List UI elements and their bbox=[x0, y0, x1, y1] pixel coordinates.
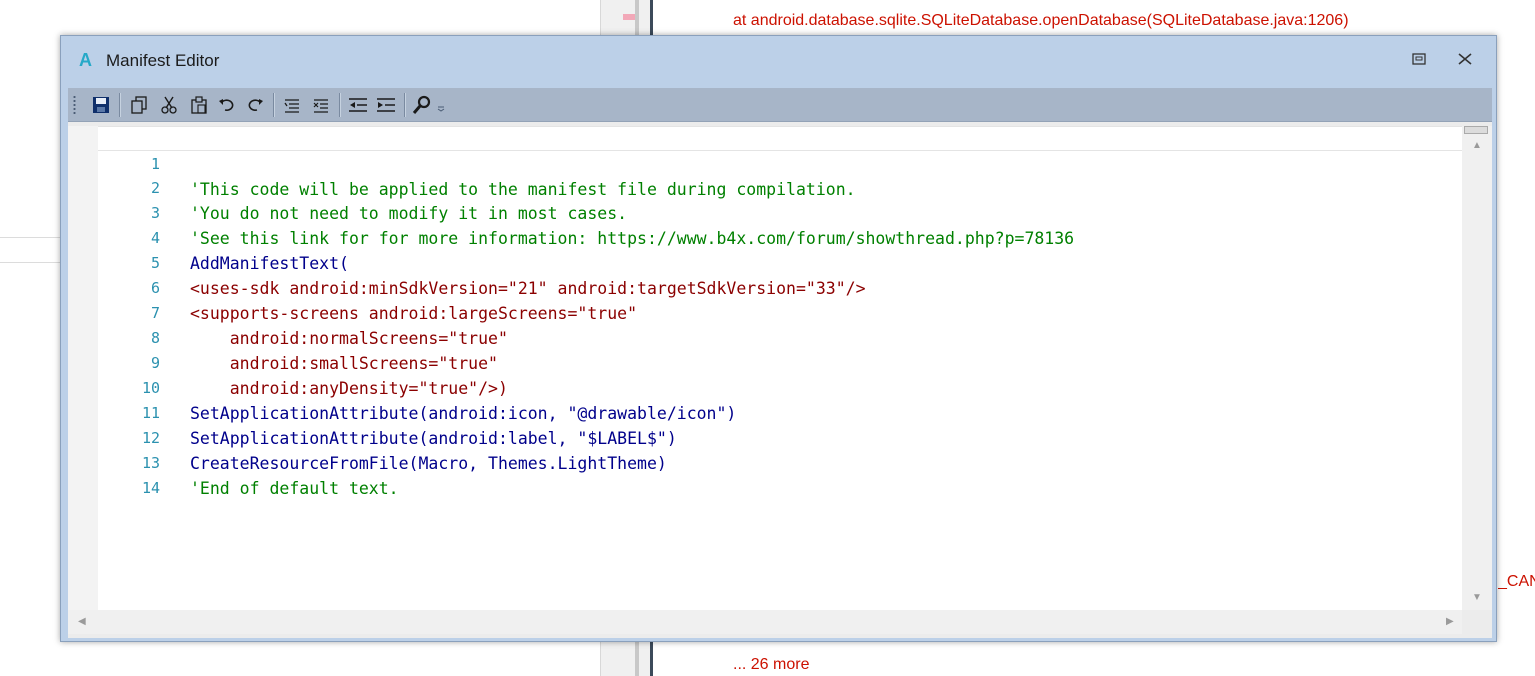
comment-icon bbox=[284, 99, 299, 113]
log-line: ... 26 more bbox=[733, 656, 810, 673]
close-button[interactable] bbox=[1452, 48, 1478, 70]
close-icon bbox=[1458, 53, 1472, 65]
scroll-right-icon[interactable]: ▶ bbox=[1446, 616, 1454, 627]
paste-button[interactable] bbox=[187, 93, 211, 117]
toolbar-overflow-button[interactable] bbox=[434, 93, 448, 117]
code-line[interactable]: 11 SetApplicationAttribute(android:label… bbox=[98, 376, 1462, 448]
toolbar-separator bbox=[339, 93, 340, 117]
find-button[interactable] bbox=[410, 93, 434, 117]
outdent-icon bbox=[349, 98, 367, 112]
chevron-down-icon bbox=[437, 106, 445, 112]
find-icon bbox=[412, 95, 431, 114]
window-title: Manifest Editor bbox=[106, 51, 220, 70]
copy-icon bbox=[131, 96, 147, 114]
horizontal-scrollbar[interactable]: ◀ ▶ bbox=[68, 610, 1462, 634]
code-line[interactable]: 3 'See this link for for more informatio… bbox=[98, 176, 1462, 248]
vertical-scrollbar[interactable]: ▲ ▼ bbox=[1462, 126, 1492, 610]
code-line[interactable]: 8 android:smallScreens="true" bbox=[98, 301, 1462, 373]
undo-icon bbox=[219, 99, 234, 111]
outdent-button[interactable] bbox=[346, 93, 370, 117]
paste-icon bbox=[191, 96, 207, 114]
scroll-down-icon[interactable]: ▼ bbox=[1472, 592, 1482, 603]
cut-icon bbox=[161, 96, 177, 114]
save-icon bbox=[93, 97, 109, 113]
code-line[interactable]: 10 SetApplicationAttribute(android:icon,… bbox=[98, 351, 1462, 423]
scrollbar-thumb[interactable] bbox=[1464, 126, 1488, 134]
toolbar-separator bbox=[273, 93, 274, 117]
redo-icon bbox=[248, 99, 263, 111]
toolbar-grip-icon[interactable] bbox=[73, 95, 76, 115]
save-button[interactable] bbox=[89, 93, 113, 117]
indent-button[interactable] bbox=[374, 93, 398, 117]
line-number: 14 bbox=[141, 479, 160, 497]
code-line[interactable]: 6 <supports-screens android:largeScreens… bbox=[98, 251, 1462, 323]
uncomment-block-button[interactable] bbox=[309, 93, 333, 117]
indent-icon bbox=[377, 98, 395, 112]
restore-button[interactable] bbox=[1406, 48, 1432, 70]
scroll-up-icon[interactable]: ▲ bbox=[1472, 140, 1482, 151]
log-line: at android.database.sqlite.SQLiteDatabas… bbox=[733, 12, 1349, 29]
toolbar-separator bbox=[119, 93, 120, 117]
scroll-left-icon[interactable]: ◀ bbox=[78, 616, 86, 627]
code-line[interactable]: 9 android:anyDensity="true"/>) bbox=[98, 326, 1462, 398]
code-line[interactable]: 5 <uses-sdk android:minSdkVersion="21" a… bbox=[98, 226, 1462, 298]
comment-block-button[interactable] bbox=[280, 93, 304, 117]
title-bar[interactable]: A Manifest Editor bbox=[61, 36, 1496, 84]
toolbar-separator bbox=[404, 93, 405, 117]
code-line[interactable]: 13 'End of default text. bbox=[98, 426, 1462, 498]
app-logo-icon: A bbox=[79, 50, 92, 70]
code-line[interactable]: 12 CreateResourceFromFile(Macro, Themes.… bbox=[98, 401, 1462, 473]
cut-button[interactable] bbox=[157, 93, 181, 117]
manifest-editor-window: A Manifest Editor 1 'This code will be a… bbox=[60, 35, 1497, 642]
code-editor[interactable]: 1 'This code will be applied to the mani… bbox=[98, 126, 1462, 610]
code-line[interactable]: 2 'You do not need to modify it in most … bbox=[98, 151, 1462, 223]
editor-frame: 1 'This code will be applied to the mani… bbox=[68, 122, 1492, 638]
code-line[interactable]: 7 android:normalScreens="true" bbox=[98, 276, 1462, 348]
uncomment-icon bbox=[313, 99, 328, 113]
editor-margin bbox=[68, 126, 98, 610]
log-line-partial: _CAN bbox=[1498, 573, 1535, 590]
copy-button[interactable] bbox=[127, 93, 151, 117]
code-line[interactable]: 4 AddManifestText( bbox=[98, 201, 1462, 273]
background-marker bbox=[623, 14, 635, 20]
redo-button[interactable] bbox=[243, 93, 267, 117]
code-line[interactable]: 14 bbox=[98, 451, 1462, 497]
restore-icon bbox=[1412, 53, 1426, 65]
code-line[interactable]: 1 'This code will be applied to the mani… bbox=[98, 126, 1462, 199]
code-text: 'End of default text. bbox=[190, 479, 399, 498]
editor-toolbar bbox=[68, 88, 1492, 122]
undo-button[interactable] bbox=[215, 93, 239, 117]
